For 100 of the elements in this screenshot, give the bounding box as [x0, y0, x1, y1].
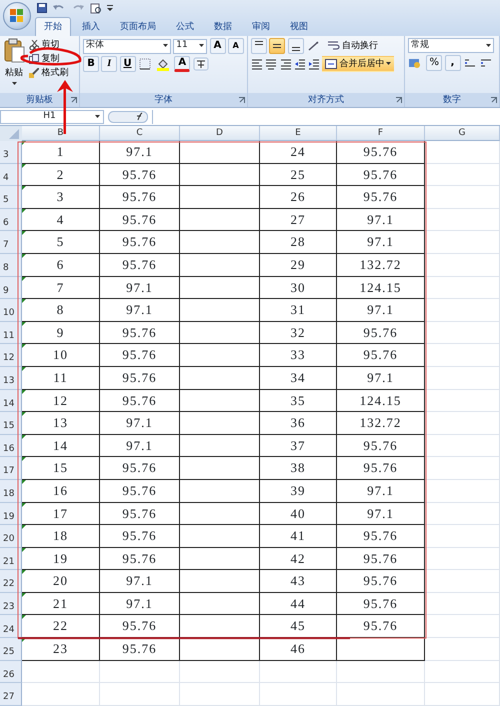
dialog-launcher-icon[interactable]: [71, 97, 77, 103]
shrink-font-button[interactable]: A: [228, 38, 244, 54]
table-cell[interactable]: 27: [260, 208, 337, 232]
format-painter-button[interactable]: 格式刷: [27, 66, 70, 80]
table-cell[interactable]: 34: [260, 366, 337, 390]
fill-color-icon[interactable]: [156, 57, 172, 72]
table-cell[interactable]: [180, 208, 260, 232]
table-cell[interactable]: 97.1: [100, 592, 180, 616]
table-cell[interactable]: 97.1: [100, 299, 180, 322]
column-header[interactable]: B: [22, 126, 100, 141]
table-cell[interactable]: 42: [260, 548, 337, 570]
table-cell[interactable]: 95.76: [100, 231, 180, 254]
table-cell[interactable]: 95.76: [337, 322, 425, 344]
table-cell[interactable]: [180, 186, 260, 209]
table-cell[interactable]: [337, 638, 425, 661]
row-header[interactable]: 9: [0, 276, 22, 300]
table-cell[interactable]: 43: [260, 570, 337, 593]
horizontal-align-icon[interactable]: [280, 58, 292, 70]
table-cell[interactable]: 97.1: [337, 299, 425, 322]
table-cell[interactable]: [180, 592, 260, 616]
table-cell[interactable]: 95.76: [100, 322, 180, 344]
table-cell[interactable]: 97.1: [337, 366, 425, 390]
row-header[interactable]: 14: [0, 390, 22, 412]
table-cell[interactable]: 124.15: [337, 276, 425, 300]
row-header[interactable]: 23: [0, 592, 22, 616]
phonetic-icon[interactable]: [192, 57, 208, 72]
table-cell[interactable]: 17: [22, 502, 100, 526]
merge-center-button[interactable]: 合并后居中: [322, 56, 394, 72]
table-cell[interactable]: 95.76: [337, 164, 425, 186]
table-cell[interactable]: 95.76: [100, 366, 180, 390]
dialog-launcher-icon[interactable]: [239, 97, 245, 103]
table-cell[interactable]: [180, 164, 260, 186]
ribbon-tab[interactable]: 公式: [167, 17, 203, 36]
table-cell[interactable]: 46: [260, 638, 337, 661]
table-cell[interactable]: 16: [22, 480, 100, 502]
copy-button[interactable]: 复制: [27, 52, 70, 66]
table-cell[interactable]: 132.72: [337, 412, 425, 435]
row-header[interactable]: 21: [0, 548, 22, 570]
table-cell[interactable]: 95.76: [100, 457, 180, 480]
table-cell[interactable]: 30: [260, 276, 337, 300]
table-cell[interactable]: 95.76: [100, 390, 180, 412]
row-header[interactable]: 13: [0, 366, 22, 390]
dialog-launcher-icon[interactable]: [396, 97, 402, 103]
table-cell[interactable]: 36: [260, 412, 337, 435]
grow-font-button[interactable]: A: [210, 38, 226, 54]
column-header[interactable]: C: [100, 126, 180, 141]
comma-button[interactable]: ,: [444, 55, 460, 72]
table-cell[interactable]: 38: [260, 457, 337, 480]
table-cell[interactable]: 95.76: [100, 502, 180, 526]
table-cell[interactable]: 95.76: [337, 615, 425, 638]
table-cell[interactable]: [180, 412, 260, 435]
vertical-align-button[interactable]: [288, 38, 304, 54]
ribbon-tab[interactable]: 开始: [35, 17, 71, 36]
horizontal-align-icon[interactable]: [265, 58, 278, 70]
table-cell[interactable]: 45: [260, 615, 337, 638]
table-cell[interactable]: 97.1: [100, 141, 180, 164]
table-cell[interactable]: 37: [260, 434, 337, 458]
italic-button[interactable]: I: [101, 56, 118, 72]
table-cell[interactable]: 97.1: [100, 434, 180, 458]
increase-decimal-icon[interactable]: [462, 57, 477, 70]
table-cell[interactable]: [180, 322, 260, 344]
table-cell[interactable]: 95.76: [337, 525, 425, 548]
table-cell[interactable]: 95.76: [100, 480, 180, 502]
ribbon-tab[interactable]: 页面布局: [111, 17, 165, 36]
table-cell[interactable]: 41: [260, 525, 337, 548]
row-header[interactable]: 15: [0, 412, 22, 435]
table-cell[interactable]: 95.76: [100, 254, 180, 277]
table-cell[interactable]: [180, 276, 260, 300]
table-cell[interactable]: 40: [260, 502, 337, 526]
table-cell[interactable]: 20: [22, 570, 100, 593]
table-cell[interactable]: 9: [22, 322, 100, 344]
function-icon[interactable]: [108, 110, 148, 124]
table-cell[interactable]: 95.76: [100, 638, 180, 661]
row-header[interactable]: 4: [0, 164, 22, 186]
font-size-dropdown[interactable]: 11: [173, 38, 208, 54]
ribbon-tab[interactable]: 数据: [205, 17, 241, 36]
table-cell[interactable]: 124.15: [337, 390, 425, 412]
table-cell[interactable]: 8: [22, 299, 100, 322]
table-cell[interactable]: 5: [22, 231, 100, 254]
table-cell[interactable]: 95.76: [100, 525, 180, 548]
table-cell[interactable]: [180, 141, 260, 164]
table-cell[interactable]: [180, 548, 260, 570]
table-cell[interactable]: [180, 480, 260, 502]
column-header[interactable]: F: [337, 126, 425, 141]
dialog-launcher-icon[interactable]: [491, 97, 497, 103]
ribbon-tab[interactable]: 视图: [281, 17, 317, 36]
row-header[interactable]: 17: [0, 457, 22, 480]
font-color-button[interactable]: A: [174, 56, 190, 72]
table-cell[interactable]: [180, 344, 260, 367]
row-header[interactable]: 20: [0, 525, 22, 548]
office-button[interactable]: [3, 2, 31, 30]
table-cell[interactable]: [180, 366, 260, 390]
table-cell[interactable]: 95.76: [100, 615, 180, 638]
table-cell[interactable]: 25: [260, 164, 337, 186]
ribbon-tab[interactable]: 审阅: [243, 17, 279, 36]
table-cell[interactable]: 95.76: [100, 208, 180, 232]
row-header[interactable]: 6: [0, 208, 22, 232]
row-header[interactable]: 25: [0, 638, 22, 661]
table-cell[interactable]: 7: [22, 276, 100, 300]
table-cell[interactable]: 10: [22, 344, 100, 367]
